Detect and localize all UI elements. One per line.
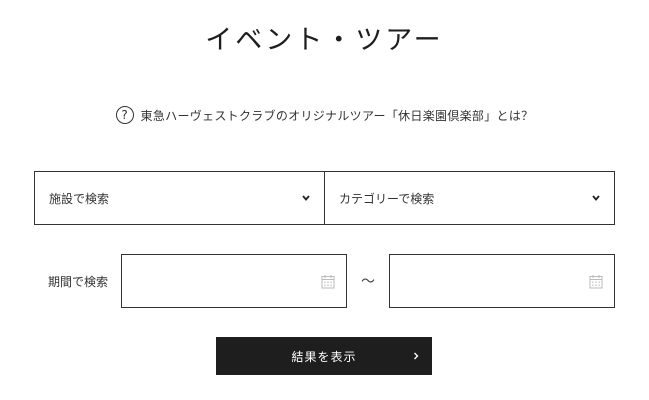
period-search-row: 期間で検索 ～ xyxy=(34,254,615,308)
end-date-field[interactable] xyxy=(389,254,615,308)
show-results-button[interactable]: 結果を表示 xyxy=(216,337,432,375)
category-select-label: カテゴリーで検索 xyxy=(339,191,435,206)
category-select[interactable]: カテゴリーで検索 xyxy=(324,172,614,224)
chevron-down-icon xyxy=(591,193,601,203)
calendar-icon[interactable] xyxy=(321,274,335,289)
filter-select-row: 施設で検索 カテゴリーで検索 xyxy=(34,171,615,225)
start-date-field[interactable] xyxy=(121,254,347,308)
chevron-down-icon xyxy=(301,193,311,203)
period-label: 期間で検索 xyxy=(48,274,109,289)
chevron-right-icon xyxy=(412,337,420,375)
show-results-label: 結果を表示 xyxy=(291,349,357,364)
page-title: イベント・ツアー xyxy=(205,25,444,56)
question-circle-icon[interactable]: ? xyxy=(115,106,134,124)
tour-info-link[interactable]: 東急ハーヴェストクラブのオリジナルツアー「休日楽園倶楽部」とは？ xyxy=(141,107,534,124)
facility-select-label: 施設で検索 xyxy=(49,191,110,206)
info-link-row[interactable]: ? 東急ハーヴェストクラブのオリジナルツアー「休日楽園倶楽部」とは？ xyxy=(0,106,649,124)
calendar-icon[interactable] xyxy=(589,274,603,289)
date-range-separator: ～ xyxy=(361,274,375,290)
event-tour-search-page: イベント・ツアー ? 東急ハーヴェストクラブのオリジナルツアー「休日楽園倶楽部」… xyxy=(0,0,649,400)
facility-select[interactable]: 施設で検索 xyxy=(35,172,324,224)
